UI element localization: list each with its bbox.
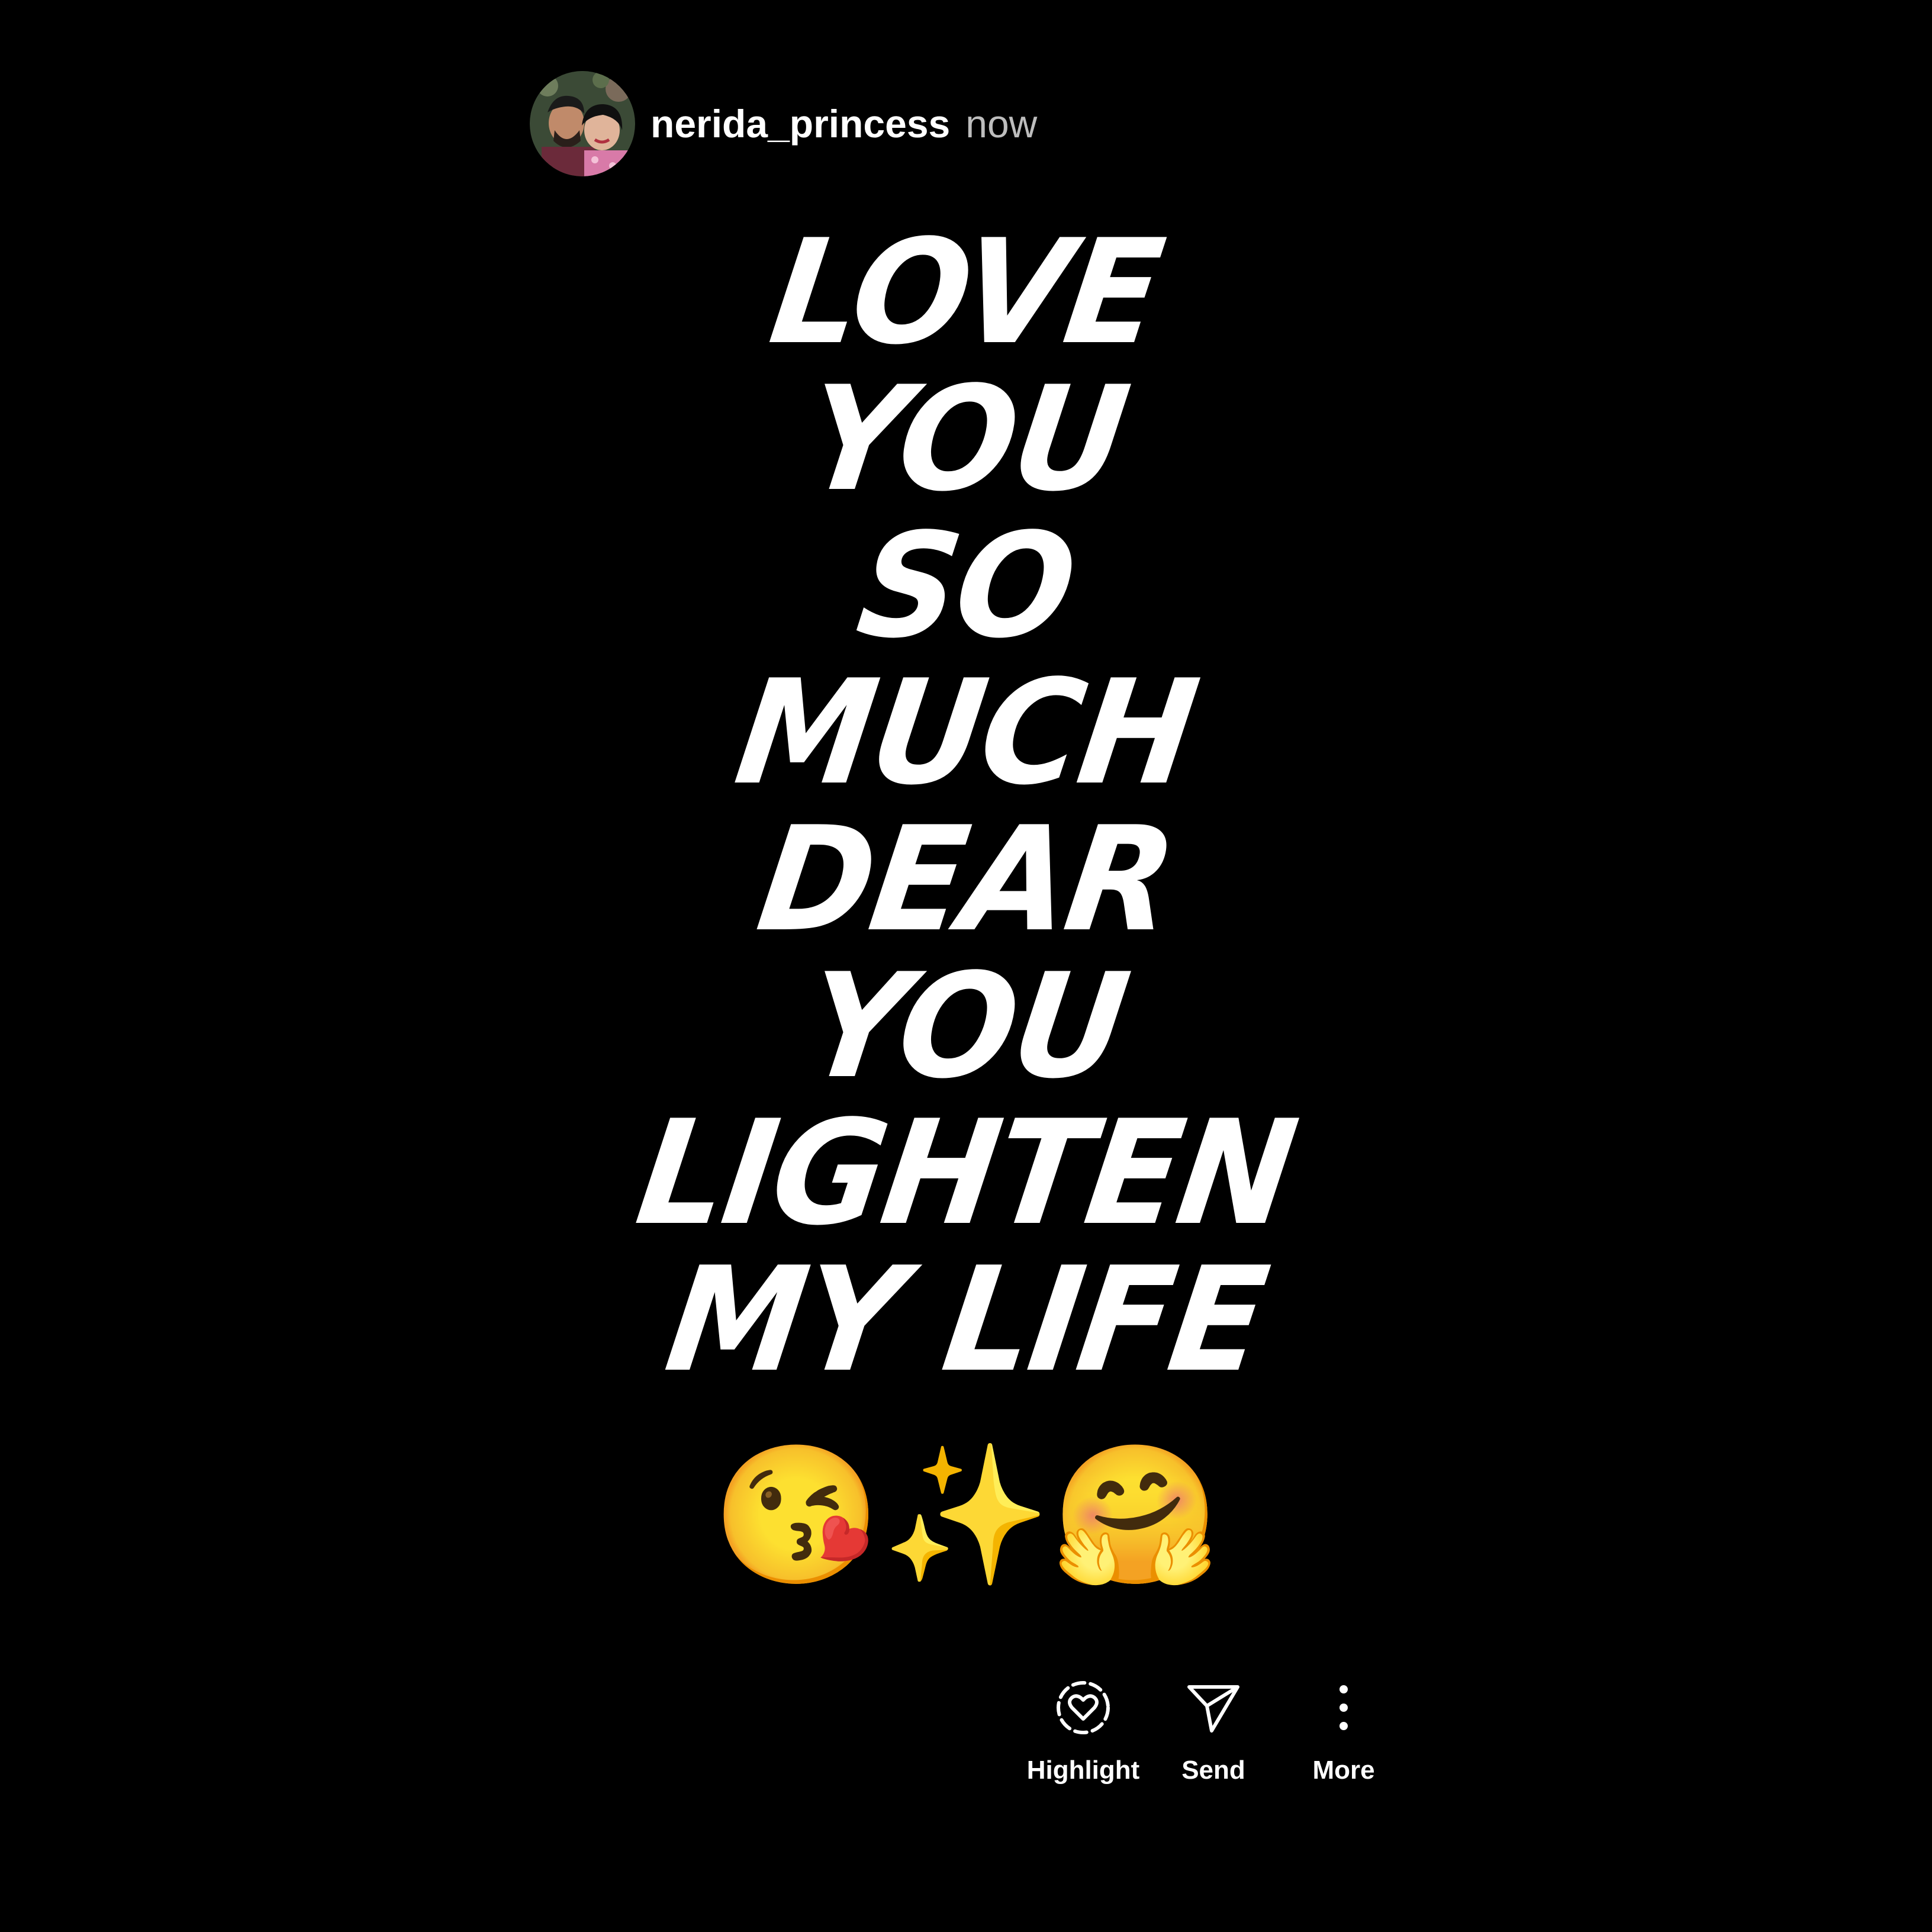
story-line: MY LIFE <box>657 1236 1275 1404</box>
story-line: DEAR <box>749 796 1183 964</box>
story-header: nerida_princess now <box>530 71 1037 176</box>
highlight-label: Highlight <box>1026 1756 1140 1785</box>
story-line: YOU <box>796 355 1136 523</box>
emoji-row: 😘✨🤗 <box>711 1439 1221 1591</box>
timestamp: now <box>965 102 1038 146</box>
more-button[interactable]: More <box>1279 1675 1409 1785</box>
more-label: More <box>1312 1756 1375 1785</box>
avatar-photo-icon <box>530 71 635 176</box>
highlight-button[interactable]: Highlight <box>1018 1675 1148 1785</box>
story-line: LOVE <box>761 208 1171 376</box>
story-line: MUCH <box>727 649 1205 817</box>
avatar[interactable] <box>530 71 635 176</box>
send-label: Send <box>1181 1756 1245 1785</box>
send-icon <box>1187 1685 1239 1733</box>
story-line: YOU <box>796 942 1136 1110</box>
story-text: LOVE YOU SO MUCH DEAR YOU LIGHTEN MY LIF… <box>0 208 1932 1404</box>
highlight-heart-icon <box>1057 1681 1110 1734</box>
send-button[interactable]: Send <box>1148 1675 1279 1785</box>
story-line: SO <box>848 502 1084 670</box>
more-vertical-icon <box>1339 1685 1348 1730</box>
story-actions: Highlight Send More <box>1018 1675 1409 1785</box>
story-line: LIGHTEN <box>628 1089 1304 1257</box>
username[interactable]: nerida_princess <box>651 101 950 146</box>
